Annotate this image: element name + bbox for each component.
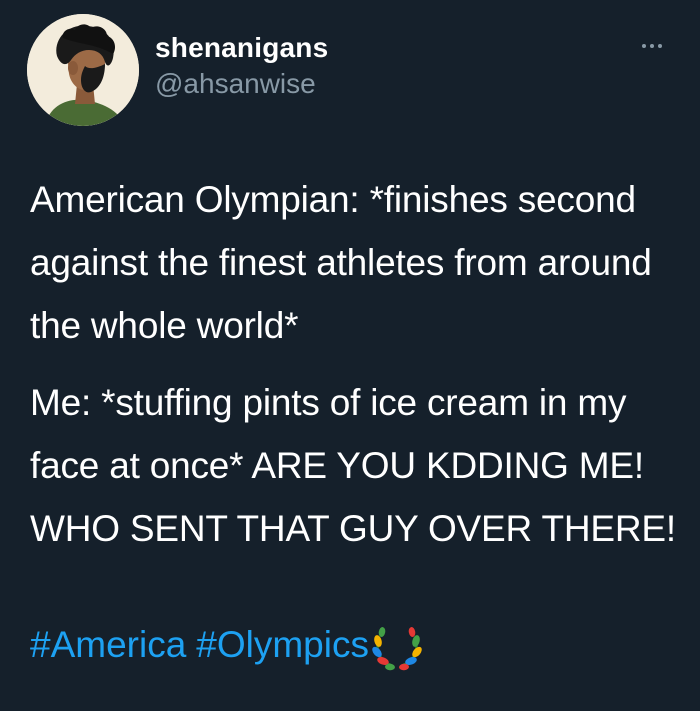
avatar[interactable] (27, 14, 139, 126)
tweet-paragraph: American Olympian: *finishes second agai… (30, 179, 652, 346)
tweet-card: shenanigans @ahsanwise American Olympian… (0, 0, 700, 711)
more-horizontal-icon (642, 44, 646, 48)
hashtag-row: #America #Olympics (30, 613, 425, 676)
hashtag-link[interactable]: #Olympics (196, 613, 369, 676)
hashtag-link[interactable]: #America (30, 613, 186, 676)
tweet-text: American Olympian: *finishes second agai… (30, 168, 690, 560)
more-options-button[interactable] (634, 36, 670, 56)
user-info: shenanigans @ahsanwise (155, 30, 328, 102)
avatar-illustration (27, 14, 139, 126)
display-name[interactable]: shenanigans (155, 30, 328, 66)
tweet-paragraph: Me: *stuffing pints of ice cream in my f… (30, 382, 676, 549)
more-horizontal-icon (658, 44, 662, 48)
more-horizontal-icon (650, 44, 654, 48)
user-handle[interactable]: @ahsanwise (155, 66, 328, 102)
olympic-laurel-icon (369, 619, 425, 671)
